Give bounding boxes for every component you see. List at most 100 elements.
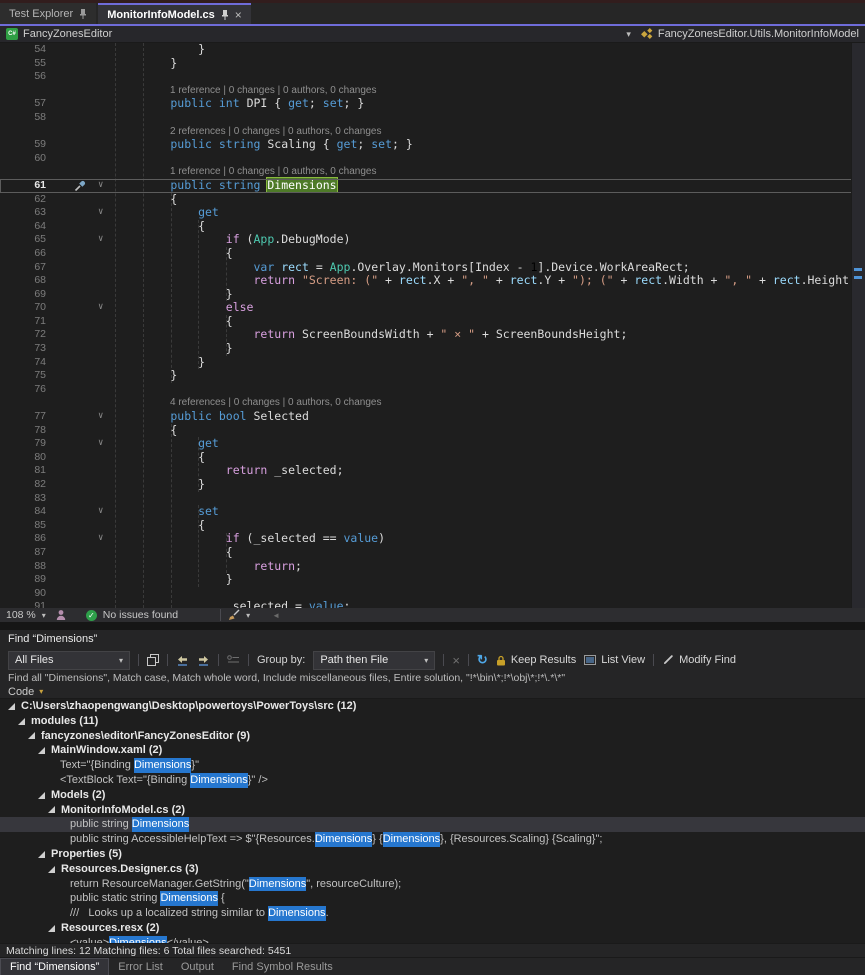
find-result-match[interactable]: public static string Dimensions { [0,891,865,906]
code-line[interactable]: 54 } [0,43,852,57]
expand-triangle-icon[interactable] [48,866,55,873]
code-line[interactable]: 57 public int DPI { get; set; } [0,97,852,111]
find-result-node[interactable]: MainWindow.xaml (2) [0,743,865,758]
fold-chevron-icon[interactable]: ∨ [98,437,103,451]
find-result-node[interactable]: modules (11) [0,714,865,729]
codelens-text[interactable]: 1 reference | 0 changes | 0 authors, 0 c… [170,165,376,179]
panel-tab-find-dimensions[interactable]: Find “Dimensions” [0,958,109,975]
code-line[interactable]: 88 return; [0,560,852,574]
code-line[interactable]: 66 { [0,247,852,261]
code-line[interactable]: 80 { [0,451,852,465]
find-result-match[interactable]: public string Dimensions [0,817,865,832]
codelens-text[interactable]: 4 references | 0 changes | 0 authors, 0 … [170,396,381,410]
find-result-match[interactable]: Text="{Binding Dimensions}" [0,758,865,773]
panel-tab-output[interactable]: Output [172,958,223,975]
fold-chevron-icon[interactable]: ∨ [98,505,103,519]
code-line[interactable]: 82 } [0,478,852,492]
breadcrumb-type[interactable]: FancyZonesEditor.Utils.MonitorInfoModel [658,28,859,40]
expand-triangle-icon[interactable] [28,732,35,739]
fold-chevron-icon[interactable]: ∨ [98,532,103,546]
fold-chevron-icon[interactable]: ∨ [98,233,103,247]
codelens-text[interactable]: 2 references | 0 changes | 0 authors, 0 … [170,125,381,139]
codelens-line[interactable]: 4 references | 0 changes | 0 authors, 0 … [0,396,852,410]
code-line[interactable]: 61∨ public string Dimensions [0,179,852,193]
chevron-down-icon[interactable]: ▾ [626,29,631,40]
codelens-line[interactable]: 1 reference | 0 changes | 0 authors, 0 c… [0,84,852,98]
code-line[interactable]: 72 return ScreenBoundsWidth + " × " + Sc… [0,328,852,342]
find-result-match[interactable]: return ResourceManager.GetString("Dimens… [0,877,865,892]
expand-triangle-icon[interactable] [48,925,55,932]
find-result-match[interactable]: /// Looks up a localized string similar … [0,906,865,921]
find-result-node[interactable]: Models (2) [0,788,865,803]
tab-monitorinfomodel[interactable]: MonitorInfoModel.cs × [98,3,251,24]
code-line[interactable]: 58 [0,111,852,125]
code-line[interactable]: 78 { [0,424,852,438]
code-line[interactable]: 76 [0,383,852,397]
preserve-options-icon[interactable] [227,655,240,665]
issues-status[interactable]: No issues found [103,609,178,621]
find-result-node[interactable]: Resources.resx (2) [0,921,865,936]
code-line[interactable]: 75 } [0,369,852,383]
tab-test-explorer[interactable]: Test Explorer [0,3,96,24]
fold-chevron-icon[interactable]: ∨ [98,301,103,315]
codelens-line[interactable]: 1 reference | 0 changes | 0 authors, 0 c… [0,165,852,179]
panel-tab-find-symbol-results[interactable]: Find Symbol Results [223,958,342,975]
code-line[interactable]: 59 public string Scaling { get; set; } [0,138,852,152]
code-line[interactable]: 73 } [0,342,852,356]
code-cleanup-broom-icon[interactable] [227,609,240,621]
expand-triangle-icon[interactable] [38,851,45,858]
code-line[interactable]: 56 [0,70,852,84]
code-editor[interactable]: 54 }55 }561 reference | 0 changes | 0 au… [0,43,865,608]
code-line[interactable]: 67 var rect = App.Overlay.Monitors[Index… [0,261,852,275]
codelens-line[interactable]: 2 references | 0 changes | 0 authors, 0 … [0,125,852,139]
expand-triangle-icon[interactable] [8,703,15,710]
broom-caret-icon[interactable]: ▾ [246,611,250,620]
previous-location-icon[interactable] [176,655,189,666]
scope-combobox[interactable]: All Files ▾ [8,651,130,670]
code-line[interactable]: 62 { [0,193,852,207]
next-location-icon[interactable] [197,655,210,666]
code-line[interactable]: 65∨ if (App.DebugMode) [0,233,852,247]
code-line[interactable]: 83 [0,492,852,506]
fold-chevron-icon[interactable]: ∨ [98,410,103,424]
close-icon[interactable]: × [235,10,242,20]
find-result-node[interactable]: Resources.Designer.cs (3) [0,862,865,877]
code-filter-dropdown[interactable]: Code ▾ [0,685,865,699]
code-line[interactable]: 63∨ get [0,206,852,220]
refresh-search-icon[interactable]: ↻ [477,654,488,666]
code-line[interactable]: 86∨ if (_selected == value) [0,532,852,546]
find-result-match[interactable]: public string AccessibleHelpText => $"{R… [0,832,865,847]
find-result-node[interactable]: C:\Users\zhaopengwang\Desktop\powertoys\… [0,699,865,714]
code-line[interactable]: 69 } [0,288,852,302]
find-results-tree[interactable]: C:\Users\zhaopengwang\Desktop\powertoys\… [0,699,865,943]
expand-triangle-icon[interactable] [18,718,25,725]
expand-triangle-icon[interactable] [48,806,55,813]
group-by-combobox[interactable]: Path then File ▾ [313,651,435,670]
pin-icon[interactable] [221,10,229,20]
find-result-node[interactable]: MonitorInfoModel.cs (2) [0,803,865,818]
expand-triangle-icon[interactable] [38,792,45,799]
code-line[interactable]: 79∨ get [0,437,852,451]
code-line[interactable]: 89 } [0,573,852,587]
code-line[interactable]: 81 return _selected; [0,464,852,478]
zoom-caret-icon[interactable]: ▾ [42,611,46,620]
code-line[interactable]: 74 } [0,356,852,370]
vertical-scrollbar[interactable] [851,43,865,608]
find-result-match[interactable]: <value>Dimensions</value> [0,936,865,943]
hscroll-left-arrow-icon[interactable]: ◄ [272,611,280,620]
keep-results-button[interactable]: Keep Results [496,654,576,666]
code-line[interactable]: 70∨ else [0,301,852,315]
modify-find-button[interactable]: Modify Find [662,654,736,666]
find-result-node[interactable]: Properties (5) [0,847,865,862]
stop-search-icon[interactable]: × [452,653,460,668]
code-line[interactable]: 90 [0,587,852,601]
codelens-text[interactable]: 1 reference | 0 changes | 0 authors, 0 c… [170,84,376,98]
find-result-match[interactable]: <TextBlock Text="{Binding Dimensions}" /… [0,773,865,788]
code-line[interactable]: 87 { [0,546,852,560]
live-share-icon[interactable] [56,609,66,621]
breadcrumb-project[interactable]: FancyZonesEditor [23,28,112,40]
code-line[interactable]: 84∨ set [0,505,852,519]
code-line[interactable]: 77∨ public bool Selected [0,410,852,424]
code-line[interactable]: 85 { [0,519,852,533]
code-line[interactable]: 91 _selected = value; [0,600,852,608]
